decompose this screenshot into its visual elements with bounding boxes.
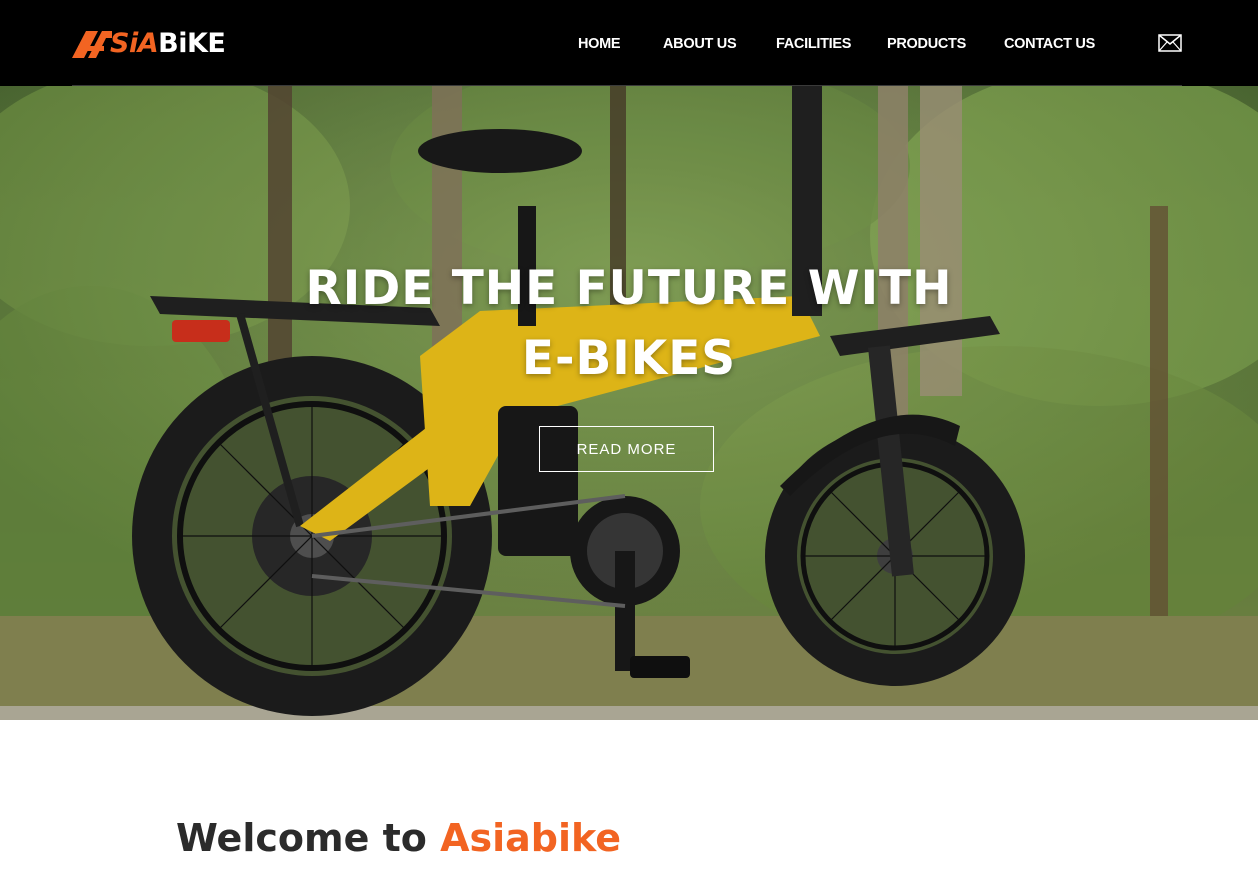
welcome-prefix: Welcome to <box>176 816 427 860</box>
welcome-heading: Welcome to Asiabike <box>176 812 621 869</box>
logo-bike: BiKE <box>158 28 226 59</box>
read-more-button[interactable]: READ MORE <box>539 426 714 472</box>
nav-about-us[interactable]: ABOUT US <box>663 34 737 54</box>
nav-facilities[interactable]: FACILITIES <box>776 34 851 54</box>
nav-products[interactable]: PRODUCTS <box>887 34 966 54</box>
nav-home[interactable]: HOME <box>578 34 621 54</box>
nav-contact-us[interactable]: CONTACT US <box>1004 34 1095 54</box>
welcome-brand: Asiabike <box>440 816 622 860</box>
logo-wordmark: SiABiKE <box>110 28 226 59</box>
hero-title: RIDE THE FUTURE WITH E-BIKES <box>229 254 1029 394</box>
brand-logo[interactable]: SiABiKE <box>72 28 254 60</box>
logo-sia: SiA <box>110 28 159 59</box>
hero-ebike-image <box>0 86 1258 720</box>
hero-banner: RIDE THE FUTURE WITH E-BIKES READ MORE <box>0 86 1258 720</box>
mail-icon[interactable] <box>1158 34 1182 52</box>
site-header: SiABiKE HOME ABOUT US FACILITIES PRODUCT… <box>0 0 1258 86</box>
hero-title-line1: RIDE THE FUTURE WITH <box>305 261 953 316</box>
hero-title-line2: E-BIKES <box>521 331 737 386</box>
logo-mark-icon <box>72 31 112 58</box>
